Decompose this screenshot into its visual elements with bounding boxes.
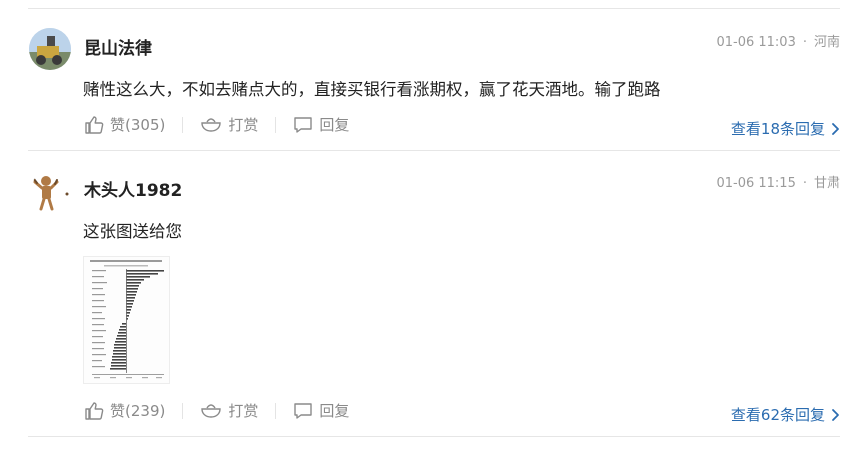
like-button[interactable]: 赞(305): [84, 114, 165, 135]
top-divider: [28, 8, 840, 9]
username[interactable]: 昆山法律: [84, 34, 152, 59]
thumbs-up-icon: [85, 402, 104, 420]
meta-separator: ·: [802, 176, 807, 191]
view-replies-link[interactable]: 查看18条回复: [731, 118, 840, 139]
reply-label: 回复: [319, 402, 350, 420]
comment-meta: 01-06 11:15 · 甘肃: [716, 172, 840, 191]
action-separator: [275, 116, 277, 133]
avatar-image: [29, 28, 71, 70]
avatar[interactable]: [29, 28, 71, 70]
bottom-divider: [28, 436, 840, 437]
thumbs-up-icon: [85, 116, 104, 134]
view-replies-label: 查看62条回复: [730, 406, 825, 424]
like-count: 赞(305): [110, 116, 166, 134]
avatar[interactable]: [29, 172, 71, 214]
comment-text: 这张图送给您: [83, 222, 182, 241]
comment-actions: 赞(305) 打赏 回复: [84, 114, 349, 135]
like-button[interactable]: 赞(239): [84, 400, 165, 421]
chevron-right-icon: [832, 408, 839, 421]
attached-image[interactable]: [83, 256, 170, 384]
attached-chart-thumbnail: [90, 260, 164, 379]
view-replies-label: 查看18条回复: [730, 120, 825, 138]
comment-actions: 赞(239) 打赏 回复: [84, 400, 349, 421]
reply-button[interactable]: 回复: [293, 114, 349, 135]
meta-separator: ·: [802, 35, 807, 50]
avatar-image: [33, 176, 69, 211]
tip-label: 打赏: [228, 402, 259, 420]
tip-button[interactable]: 打赏: [200, 114, 258, 135]
speech-bubble-icon: [294, 402, 313, 419]
timestamp: 01-06 11:03: [716, 35, 796, 50]
tip-bowl-icon: [201, 403, 222, 418]
reply-button[interactable]: 回复: [293, 400, 349, 421]
like-count: 赞(239): [110, 402, 166, 420]
comment-text: 赌性这么大，不如去赌点大的，直接买银行看涨期权，赢了花天酒地。输了跑路: [83, 80, 661, 99]
action-separator: [275, 402, 277, 419]
action-separator: [182, 116, 184, 133]
comment-divider: [28, 150, 840, 151]
view-replies-link[interactable]: 查看62条回复: [731, 404, 840, 425]
comment-meta: 01-06 11:03 · 河南: [716, 31, 840, 50]
action-separator: [182, 402, 184, 419]
speech-bubble-icon: [294, 116, 313, 133]
tip-button[interactable]: 打赏: [200, 400, 258, 421]
location: 甘肃: [813, 176, 840, 191]
reply-label: 回复: [319, 116, 350, 134]
username[interactable]: 木头人1982: [84, 176, 182, 201]
timestamp: 01-06 11:15: [716, 176, 796, 191]
location: 河南: [813, 35, 840, 50]
chevron-right-icon: [832, 122, 839, 135]
tip-label: 打赏: [228, 116, 259, 134]
tip-bowl-icon: [201, 117, 222, 132]
